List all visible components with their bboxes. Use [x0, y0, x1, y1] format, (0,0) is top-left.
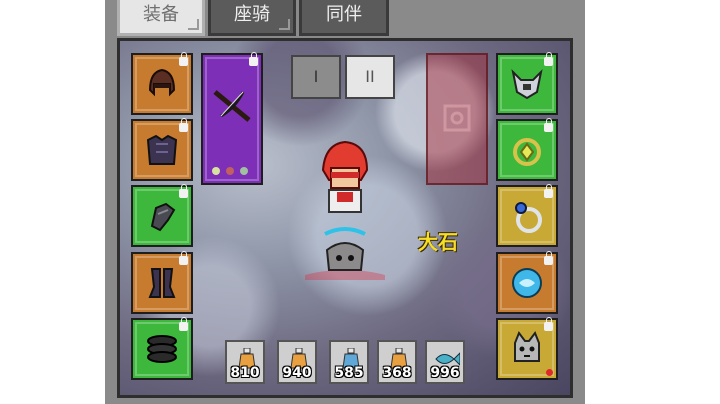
equipment-panel: 装备 座骑 同伴 I II 大石 810 940 585 368 996 — [105, 0, 585, 404]
character-name: 大石 — [418, 230, 458, 254]
lock-icon — [544, 184, 553, 198]
boots-icon — [147, 335, 177, 363]
target-icon — [443, 104, 471, 132]
mode-button-1-label: I — [313, 67, 319, 86]
lock-icon — [179, 317, 188, 331]
potion-count: 940 — [282, 365, 312, 381]
pet-companion-icon — [514, 330, 540, 362]
potion-count: 585 — [334, 365, 364, 381]
crossbow-icon — [213, 90, 251, 122]
potion-slot-1[interactable]: 810 — [225, 340, 265, 384]
slot-leg-armor[interactable] — [131, 251, 193, 314]
potion-slot-3[interactable]: 585 — [329, 340, 369, 384]
lock-icon — [544, 251, 553, 265]
necklace-icon — [511, 68, 543, 100]
potion-slot-5[interactable]: 996 — [425, 340, 465, 384]
lock-icon — [544, 118, 553, 132]
slot-ring[interactable] — [496, 184, 558, 247]
tab-mount[interactable]: 座骑 — [208, 0, 296, 36]
amulet-icon — [513, 138, 541, 166]
slot-orb[interactable] — [496, 251, 558, 314]
gem-sockets-icon — [212, 167, 248, 175]
potion-slot-4[interactable]: 368 — [377, 340, 417, 384]
tab-companion[interactable]: 同伴 — [299, 0, 389, 36]
tab-corner-decoration — [188, 19, 199, 30]
tab-companion-label: 同伴 — [326, 4, 362, 25]
chest-armor-icon — [146, 134, 178, 165]
potion-slot-2[interactable]: 940 — [277, 340, 317, 384]
lock-icon — [544, 317, 553, 331]
tab-mount-label: 座骑 — [234, 4, 270, 25]
lock-icon — [179, 251, 188, 265]
tab-equipment-label: 装备 — [143, 4, 179, 25]
slot-frame — [205, 57, 259, 181]
potion-count: 996 — [430, 365, 460, 381]
slot-necklace[interactable] — [496, 52, 558, 115]
lock-icon — [179, 184, 188, 198]
slot-boots[interactable] — [131, 317, 193, 380]
gloves-icon — [150, 202, 176, 232]
ring-icon — [515, 202, 542, 233]
potion-count: 368 — [382, 365, 412, 381]
slot-chest-armor[interactable] — [131, 118, 193, 181]
slot-pet[interactable] — [496, 317, 558, 380]
leg-armor-icon — [148, 268, 176, 298]
slot-gloves[interactable] — [131, 184, 193, 247]
orb-icon — [512, 268, 542, 298]
tab-corner-decoration — [279, 19, 290, 30]
tab-equipment[interactable]: 装备 — [117, 0, 205, 36]
mode-button-2-label: II — [365, 67, 375, 86]
helmet-icon — [148, 68, 176, 97]
slot-locked-ghost[interactable] — [426, 53, 488, 185]
mode-button-1[interactable]: I — [291, 55, 341, 99]
potion-count: 810 — [230, 365, 260, 381]
player-character — [305, 140, 385, 280]
lock-icon — [249, 52, 258, 66]
slot-amulet[interactable] — [496, 118, 558, 181]
lock-icon — [179, 118, 188, 132]
lock-icon — [179, 52, 188, 66]
slot-weapon[interactable] — [201, 52, 263, 185]
mode-button-2[interactable]: II — [345, 55, 395, 99]
lock-icon — [544, 52, 553, 66]
notification-dot-icon — [546, 369, 553, 376]
slot-helmet[interactable] — [131, 52, 193, 115]
